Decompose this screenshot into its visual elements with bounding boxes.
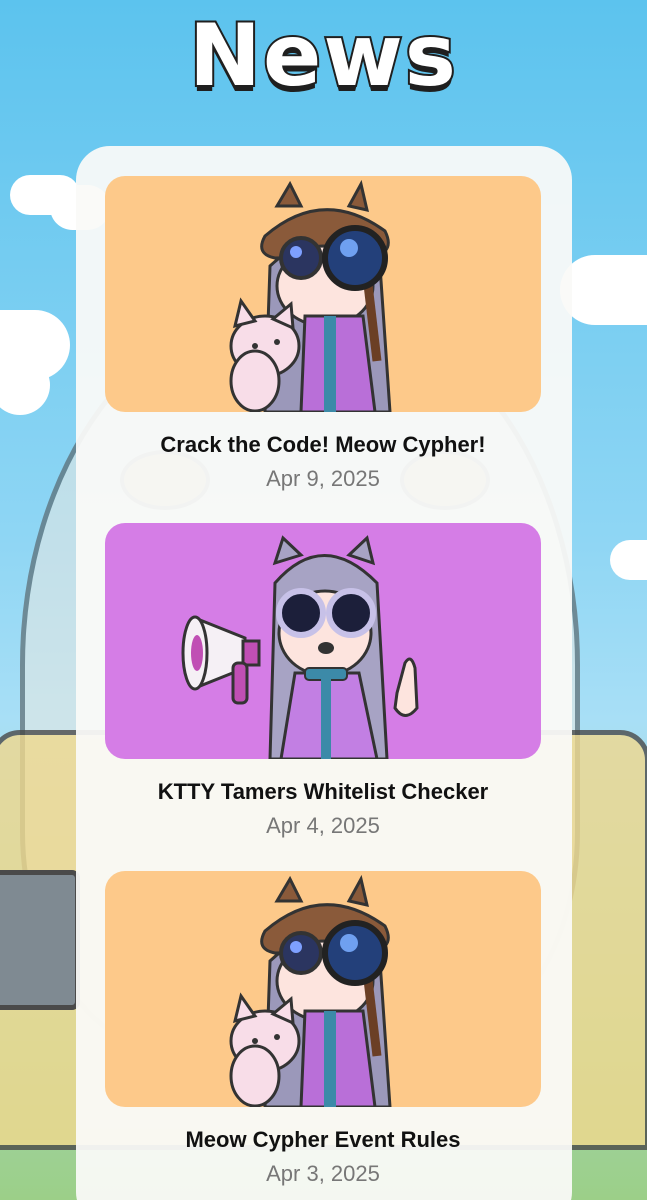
news-date: Apr 4, 2025 (266, 813, 380, 838)
page-title: News (187, 4, 458, 108)
news-date: Apr 3, 2025 (266, 1161, 380, 1186)
news-title[interactable]: Meow Cypher Event Rules (105, 1127, 541, 1153)
news-card-whitelist-checker[interactable]: KTTY Tamers Whitelist Checker Apr 4, 202… (105, 523, 541, 839)
news-image-detective-girl[interactable] (105, 871, 541, 1107)
news-panel[interactable]: Crack the Code! Meow Cypher! Apr 9, 2025 (76, 146, 572, 1200)
news-image-megaphone-girl[interactable] (105, 523, 541, 759)
news-title[interactable]: Crack the Code! Meow Cypher! (105, 432, 541, 458)
news-card-crack-the-code[interactable]: Crack the Code! Meow Cypher! Apr 9, 2025 (105, 176, 541, 492)
news-date: Apr 9, 2025 (266, 466, 380, 491)
news-title[interactable]: KTTY Tamers Whitelist Checker (105, 779, 541, 805)
news-image-detective-girl[interactable] (105, 176, 541, 412)
news-card-event-rules[interactable]: Meow Cypher Event Rules Apr 3, 2025 (105, 871, 541, 1187)
